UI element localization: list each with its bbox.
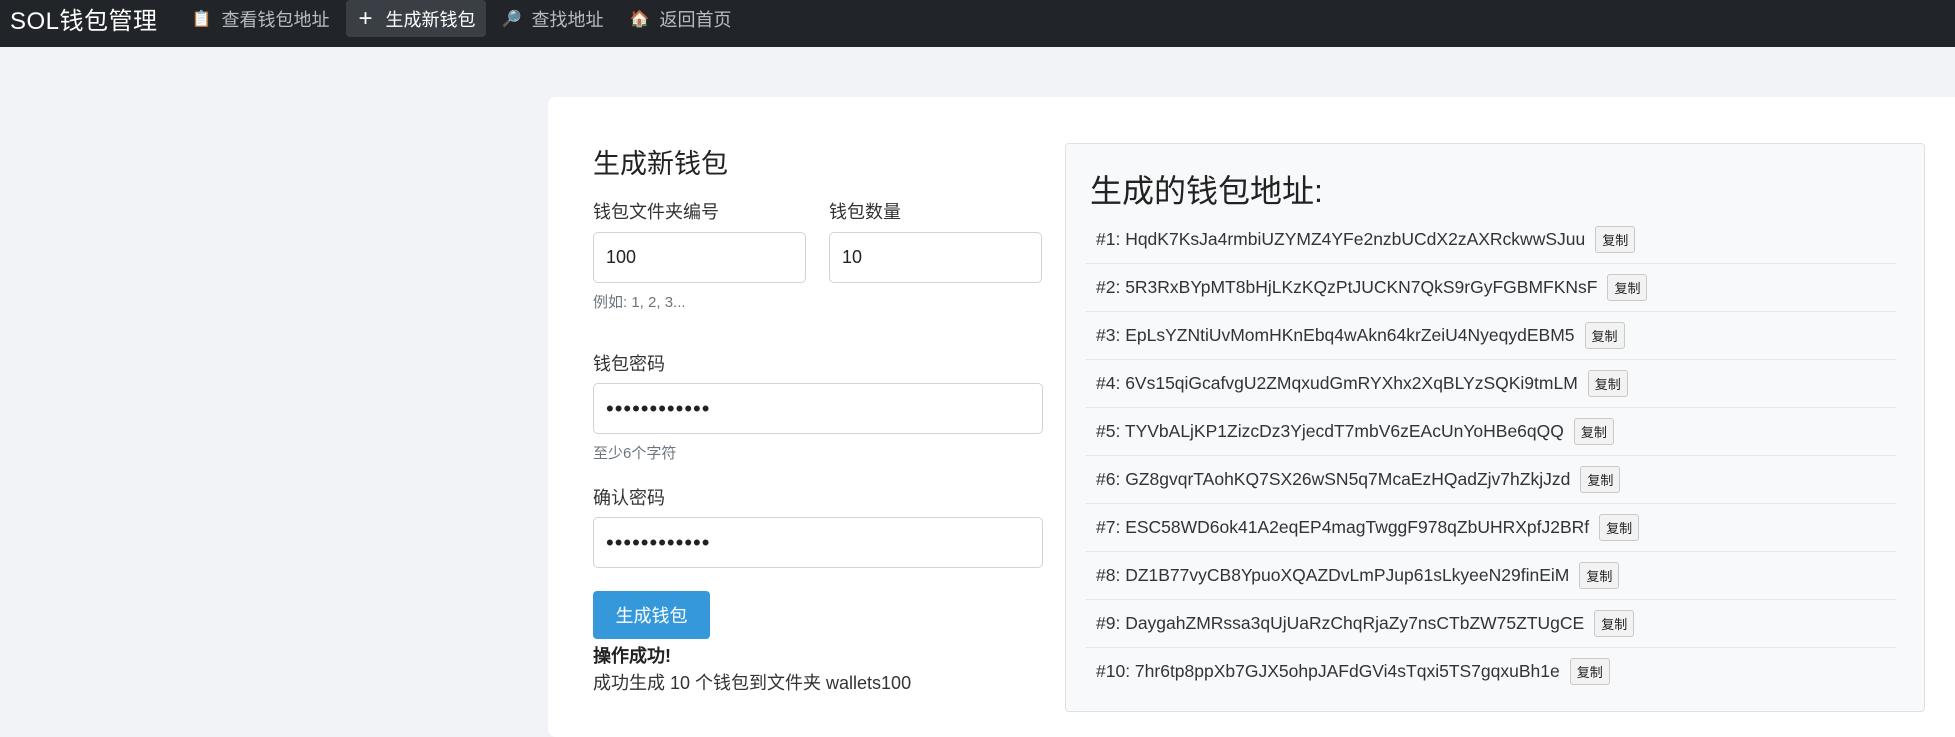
password-hint: 至少6个字符: [593, 445, 677, 462]
confirm-password-input[interactable]: [593, 517, 1043, 568]
wallet-count-label: 钱包数量: [829, 202, 901, 222]
nav-item-label: 返回首页: [659, 9, 732, 30]
wallet-address: #2: 5R3RxBYpMT8bHjLKzKQzPtJUCKN7QkS9rGyF…: [1096, 277, 1598, 297]
nav-item-label: 生成新钱包: [385, 9, 476, 30]
list-item: #4: 6Vs15qiGcafvgU2ZMqxudGmRYXhx2XqBLYzS…: [1086, 360, 1896, 408]
nav-item-generate-wallet[interactable]: + 生成新钱包: [345, 0, 486, 37]
nav-item-search-address[interactable]: 🔎 查找地址: [492, 0, 614, 37]
copy-button[interactable]: 复制: [1579, 562, 1620, 589]
list-item: #2: 5R3RxBYpMT8bHjLKzKQzPtJUCKN7QkS9rGyF…: [1086, 264, 1896, 312]
brand-title[interactable]: SOL钱包管理: [10, 1, 158, 36]
copy-button[interactable]: 复制: [1569, 658, 1610, 685]
home-icon: 🏠: [629, 10, 650, 28]
form-title: 生成新钱包: [593, 149, 728, 179]
list-item: #8: DZ1B77vyCB8YpuoXQAZDvLmPJup61sLkyeeN…: [1086, 552, 1896, 600]
wallet-address: #7: ESC58WD6ok41A2eqEP4magTwggF978qZbUHR…: [1096, 517, 1590, 537]
wallet-count-input[interactable]: [829, 232, 1042, 283]
results-title: 生成的钱包地址:: [1090, 173, 1323, 209]
nav-item-label: 查找地址: [531, 9, 604, 30]
top-navbar: SOL钱包管理 📋 查看钱包地址 + 生成新钱包 🔎 查找地址 🏠 返回首页: [0, 0, 1955, 47]
address-list: #1: HqdK7KsJa4rmbiUZYMZ4YFe2nzbUCdX2zAXR…: [1086, 216, 1896, 695]
success-title: 操作成功!: [593, 646, 671, 666]
copy-button[interactable]: 复制: [1595, 226, 1636, 253]
copy-button[interactable]: 复制: [1584, 322, 1625, 349]
password-label: 钱包密码: [593, 354, 665, 374]
plus-icon: +: [358, 4, 373, 32]
nav-item-home[interactable]: 🏠 返回首页: [620, 0, 742, 37]
password-input[interactable]: [593, 383, 1043, 434]
list-item: #10: 7hr6tp8ppXb7GJX5ohpJAFdGVi4sTqxi5TS…: [1086, 648, 1896, 695]
nav-item-label: 查看钱包地址: [221, 9, 330, 30]
folder-number-hint: 例如: 1, 2, 3...: [593, 294, 686, 311]
wallet-address: #8: DZ1B77vyCB8YpuoXQAZDvLmPJup61sLkyeeN…: [1096, 565, 1570, 585]
copy-button[interactable]: 复制: [1573, 418, 1614, 445]
magnifier-icon: 🔎: [501, 10, 522, 28]
list-item: #1: HqdK7KsJa4rmbiUZYMZ4YFe2nzbUCdX2zAXR…: [1086, 216, 1896, 264]
copy-button[interactable]: 复制: [1587, 370, 1628, 397]
wallet-address: #10: 7hr6tp8ppXb7GJX5ohpJAFdGVi4sTqxi5TS…: [1096, 661, 1560, 681]
copy-button[interactable]: 复制: [1599, 514, 1640, 541]
list-item: #7: ESC58WD6ok41A2eqEP4magTwggF978qZbUHR…: [1086, 504, 1896, 552]
copy-button[interactable]: 复制: [1580, 466, 1621, 493]
copy-button[interactable]: 复制: [1607, 274, 1648, 301]
nav-item-view-addresses[interactable]: 📋 查看钱包地址: [182, 0, 340, 37]
list-item: #5: TYVbALjKP1ZizcDz3YjecdT7mbV6zEAcUnYo…: [1086, 408, 1896, 456]
wallet-address: #6: GZ8gvqrTAohKQ7SX26wSN5q7McaEzHQadZjv…: [1096, 469, 1571, 489]
wallet-address: #3: EpLsYZNtiUvMomHKnEbq4wAkn64krZeiU4Ny…: [1096, 325, 1575, 345]
list-item: #9: DaygahZMRssa3qUjUaRzChqRjaZy7nsCTbZW…: [1086, 600, 1896, 648]
wallet-address: #9: DaygahZMRssa3qUjUaRzChqRjaZy7nsCTbZW…: [1096, 613, 1585, 633]
success-message: 成功生成 10 个钱包到文件夹 wallets100: [593, 673, 912, 693]
generated-addresses-panel: 生成的钱包地址: #1: HqdK7KsJa4rmbiUZYMZ4YFe2nzb…: [1065, 143, 1925, 712]
folder-number-input[interactable]: [593, 232, 806, 283]
list-item: #6: GZ8gvqrTAohKQ7SX26wSN5q7McaEzHQadZjv…: [1086, 456, 1896, 504]
wallet-address: #4: 6Vs15qiGcafvgU2ZMqxudGmRYXhx2XqBLYzS…: [1096, 373, 1578, 393]
folder-number-label: 钱包文件夹编号: [593, 202, 719, 222]
wallet-address: #5: TYVbALjKP1ZizcDz3YjecdT7mbV6zEAcUnYo…: [1096, 421, 1564, 441]
confirm-password-label: 确认密码: [593, 488, 665, 508]
clipboard-icon: 📋: [191, 10, 212, 28]
generate-wallet-button[interactable]: 生成钱包: [593, 591, 710, 639]
list-item: #3: EpLsYZNtiUvMomHKnEbq4wAkn64krZeiU4Ny…: [1086, 312, 1896, 360]
copy-button[interactable]: 复制: [1594, 610, 1635, 637]
wallet-address: #1: HqdK7KsJa4rmbiUZYMZ4YFe2nzbUCdX2zAXR…: [1096, 229, 1586, 249]
